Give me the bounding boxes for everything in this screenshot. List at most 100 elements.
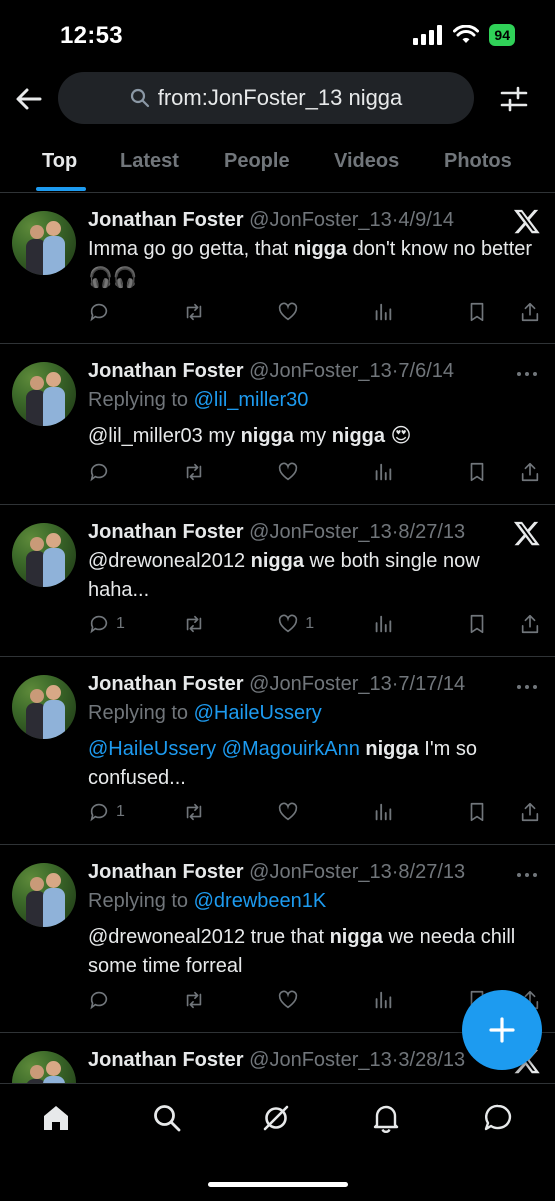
search-input[interactable]: from:JonFoster_13 nigga <box>58 72 474 124</box>
share-button[interactable] <box>519 461 541 483</box>
reply-button[interactable] <box>88 461 152 483</box>
bookmark-button[interactable] <box>466 613 488 635</box>
more-icon[interactable] <box>513 360 541 388</box>
author-handle[interactable]: @JonFoster_13 <box>249 209 392 231</box>
tweet-text: @drewoneal2012 true that nigga we needa … <box>88 926 516 977</box>
more-icon[interactable] <box>513 673 541 701</box>
home-indicator <box>208 1182 348 1187</box>
bookmark-icon <box>471 614 484 634</box>
author-name[interactable]: Jonathan Foster <box>88 209 244 231</box>
tweet-date[interactable]: 7/17/14 <box>398 673 465 695</box>
tweet-date[interactable]: 8/27/13 <box>398 521 465 543</box>
filter-sliders-icon[interactable] <box>499 84 529 114</box>
share-button[interactable] <box>519 301 541 323</box>
like-button[interactable] <box>277 989 341 1011</box>
tweet-actions: 1 1 <box>88 609 541 639</box>
grok-icon[interactable] <box>260 1102 292 1134</box>
like-button[interactable] <box>277 461 341 483</box>
tweet-date[interactable]: 8/27/13 <box>398 861 465 883</box>
reply-button[interactable]: 1 <box>88 801 152 823</box>
share-button[interactable] <box>519 613 541 635</box>
status-icons: 94 <box>413 24 515 46</box>
reply-button[interactable]: 1 <box>88 613 152 635</box>
like-button[interactable]: 1 <box>277 613 341 635</box>
repost-button[interactable] <box>183 989 247 1011</box>
like-button[interactable] <box>277 301 341 323</box>
bookmark-icon <box>471 302 484 322</box>
repost-button[interactable] <box>183 301 247 323</box>
replying-to: Replying to @lil_miller30 <box>88 389 309 411</box>
avatar[interactable] <box>12 211 76 275</box>
author-name[interactable]: Jonathan Foster <box>88 673 244 695</box>
author-name[interactable]: Jonathan Foster <box>88 1049 244 1071</box>
repost-button[interactable] <box>183 613 247 635</box>
mention-link[interactable]: @MagouirkAnn <box>222 738 360 760</box>
tweet-actions <box>88 457 541 487</box>
tweet[interactable]: Jonathan Foster @JonFoster_13·8/27/13 @d… <box>0 505 555 657</box>
author-handle[interactable]: @JonFoster_13 <box>249 1049 392 1071</box>
more-icon[interactable] <box>513 861 541 889</box>
search-icon <box>130 88 149 108</box>
views-button[interactable] <box>372 461 436 483</box>
repost-button[interactable] <box>183 461 247 483</box>
tweet-text: Imma go go getta, that nigga don't know … <box>88 238 533 289</box>
author-handle[interactable]: @JonFoster_13 <box>249 521 392 543</box>
notifications-icon[interactable] <box>370 1102 402 1134</box>
tweet-date[interactable]: 3/28/13 <box>398 1049 465 1071</box>
author-name[interactable]: Jonathan Foster <box>88 360 244 382</box>
like-button[interactable] <box>277 801 341 823</box>
reply-count: 1 <box>116 803 125 820</box>
reply-button[interactable] <box>88 989 152 1011</box>
avatar[interactable] <box>12 1051 76 1083</box>
messages-icon[interactable] <box>482 1102 514 1134</box>
views-button[interactable] <box>372 989 436 1011</box>
wifi-icon <box>453 25 480 43</box>
active-tab-indicator <box>36 187 86 191</box>
tab-people[interactable]: People <box>224 150 290 173</box>
avatar[interactable] <box>12 362 76 426</box>
views-button[interactable] <box>372 301 436 323</box>
avatar[interactable] <box>12 675 76 739</box>
x-logo-icon <box>513 209 540 234</box>
bookmark-button[interactable] <box>466 301 488 323</box>
author-name[interactable]: Jonathan Foster <box>88 861 244 883</box>
reply-icon <box>90 803 108 822</box>
search-icon[interactable] <box>151 1102 183 1134</box>
repost-button[interactable] <box>183 801 247 823</box>
tweet-feed[interactable]: Jonathan Foster @JonFoster_13·4/9/14 Imm… <box>0 193 555 1083</box>
back-arrow-icon[interactable] <box>14 84 44 114</box>
tab-photos[interactable]: Photos <box>444 150 512 173</box>
tweet[interactable]: Jonathan Foster @JonFoster_13·7/6/14 Rep… <box>0 344 555 505</box>
tab-top[interactable]: Top <box>42 150 77 173</box>
bookmark-button[interactable] <box>466 461 488 483</box>
tweet-date[interactable]: 4/9/14 <box>398 209 454 231</box>
tweet[interactable]: Jonathan Foster @JonFoster_13·4/9/14 Imm… <box>0 193 555 344</box>
reply-button[interactable] <box>88 301 152 323</box>
avatar[interactable] <box>12 523 76 587</box>
views-chart-icon <box>375 991 392 1009</box>
reply-to-link[interactable]: @lil_miller30 <box>194 389 309 411</box>
tweet[interactable]: Jonathan Foster @JonFoster_13·7/17/14 Re… <box>0 657 555 845</box>
author-name[interactable]: Jonathan Foster <box>88 521 244 543</box>
bookmark-icon <box>471 462 484 482</box>
compose-post-button[interactable] <box>462 990 542 1070</box>
replying-to: Replying to @drewbeen1K <box>88 890 327 912</box>
tab-videos[interactable]: Videos <box>334 150 399 173</box>
views-button[interactable] <box>372 613 436 635</box>
plus-icon <box>489 1017 515 1043</box>
signal-icon <box>413 25 443 45</box>
share-button[interactable] <box>519 801 541 823</box>
bookmark-button[interactable] <box>466 801 488 823</box>
tab-latest[interactable]: Latest <box>120 150 179 173</box>
views-button[interactable] <box>372 801 436 823</box>
reply-to-link[interactable]: @drewbeen1K <box>194 890 327 912</box>
tweet-date[interactable]: 7/6/14 <box>398 360 454 382</box>
reply-to-link[interactable]: @HaileUssery <box>194 702 322 724</box>
home-icon[interactable] <box>40 1102 72 1134</box>
author-handle[interactable]: @JonFoster_13 <box>249 673 392 695</box>
mention-link[interactable]: @HaileUssery <box>88 738 216 760</box>
avatar[interactable] <box>12 863 76 927</box>
repost-icon <box>186 991 201 1009</box>
author-handle[interactable]: @JonFoster_13 <box>249 861 392 883</box>
author-handle[interactable]: @JonFoster_13 <box>249 360 392 382</box>
